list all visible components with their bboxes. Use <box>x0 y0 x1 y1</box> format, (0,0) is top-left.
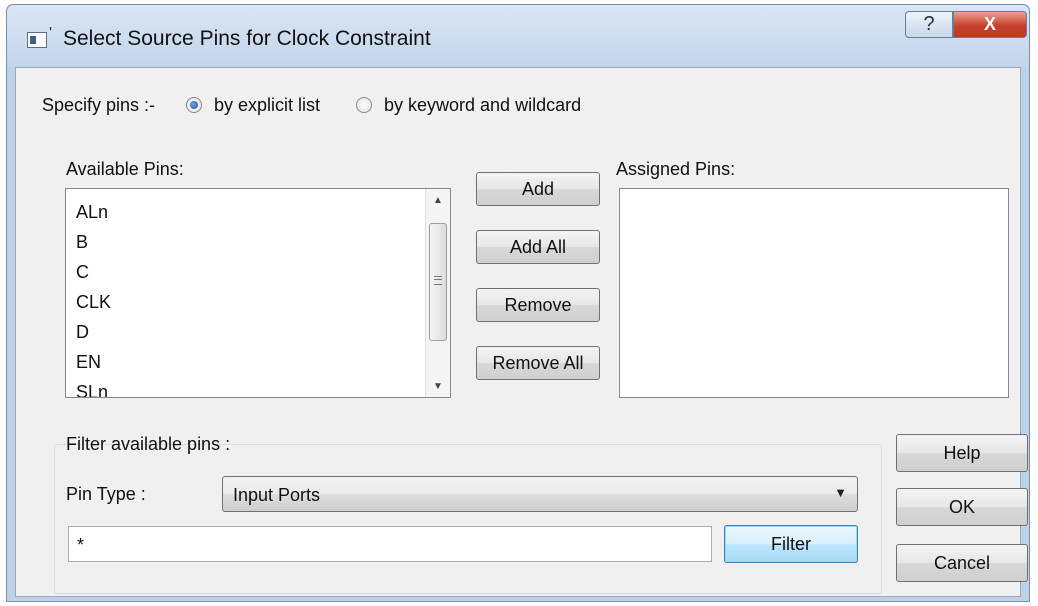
radio-explicit-list[interactable] <box>186 97 202 113</box>
available-pins-list[interactable]: ALn B C CLK D EN SLn ▲ ▼ <box>65 188 451 398</box>
pin-type-dropdown[interactable]: Input Ports ▼ <box>222 476 858 512</box>
assigned-pins-label: Assigned Pins: <box>616 159 736 179</box>
chevron-down-icon: ▼ <box>834 485 847 500</box>
remove-button[interactable]: Remove <box>476 288 600 322</box>
list-item-pin[interactable]: ALn <box>66 197 450 227</box>
list-item-pin[interactable]: SLn <box>66 377 450 397</box>
remove-all-button[interactable]: Remove All <box>476 346 600 380</box>
list-item-pin[interactable]: EN <box>66 347 450 377</box>
assigned-pins-list[interactable] <box>619 188 1009 398</box>
add-all-button[interactable]: Add All <box>476 230 600 264</box>
available-pins-label: Available Pins: <box>66 159 184 179</box>
filter-pattern-value: * <box>77 535 85 555</box>
filter-pattern-input[interactable]: * <box>68 526 712 562</box>
filter-groupbox <box>54 444 882 594</box>
pin-type-label: Pin Type : <box>66 484 146 504</box>
radio-keyword-wildcard-label[interactable]: by keyword and wildcard <box>384 95 581 116</box>
add-button[interactable]: Add <box>476 172 600 206</box>
list-item-pin[interactable]: C <box>66 257 450 287</box>
filter-button[interactable]: Filter <box>724 525 858 563</box>
window-app-icon <box>27 25 52 48</box>
list-item-pin[interactable]: B <box>66 227 450 257</box>
title-bar[interactable]: Select Source Pins for Clock Constraint … <box>7 5 1029 67</box>
list-item-pin[interactable]: CLK <box>66 287 450 317</box>
available-pins-scrollbar[interactable]: ▲ ▼ <box>425 189 450 397</box>
filter-group-label: Filter available pins : <box>66 434 231 454</box>
title-help-button[interactable]: ? <box>905 11 953 38</box>
pin-type-selected: Input Ports <box>233 485 321 505</box>
cancel-button[interactable]: Cancel <box>896 544 1028 582</box>
help-button[interactable]: Help <box>896 434 1028 472</box>
specify-pins-label: Specify pins :- <box>42 95 156 115</box>
radio-explicit-list-label[interactable]: by explicit list <box>214 95 320 116</box>
close-button[interactable]: X <box>953 11 1027 38</box>
available-pins-items: ALn B C CLK D EN SLn <box>66 189 450 397</box>
list-item-pin[interactable]: D <box>66 317 450 347</box>
dialog-client-area: Specify pins :- by explicit list by keyw… <box>15 67 1028 597</box>
scroll-up-arrow-icon[interactable]: ▲ <box>426 189 450 211</box>
window-title: Select Source Pins for Clock Constraint <box>63 27 431 50</box>
scroll-down-arrow-icon[interactable]: ▼ <box>426 375 450 397</box>
scrollbar-thumb[interactable] <box>429 223 447 341</box>
ok-button[interactable]: OK <box>896 488 1028 526</box>
radio-keyword-wildcard[interactable] <box>356 97 372 113</box>
dialog-window: Select Source Pins for Clock Constraint … <box>6 4 1030 602</box>
scrollbar-grip-icon <box>434 276 442 285</box>
